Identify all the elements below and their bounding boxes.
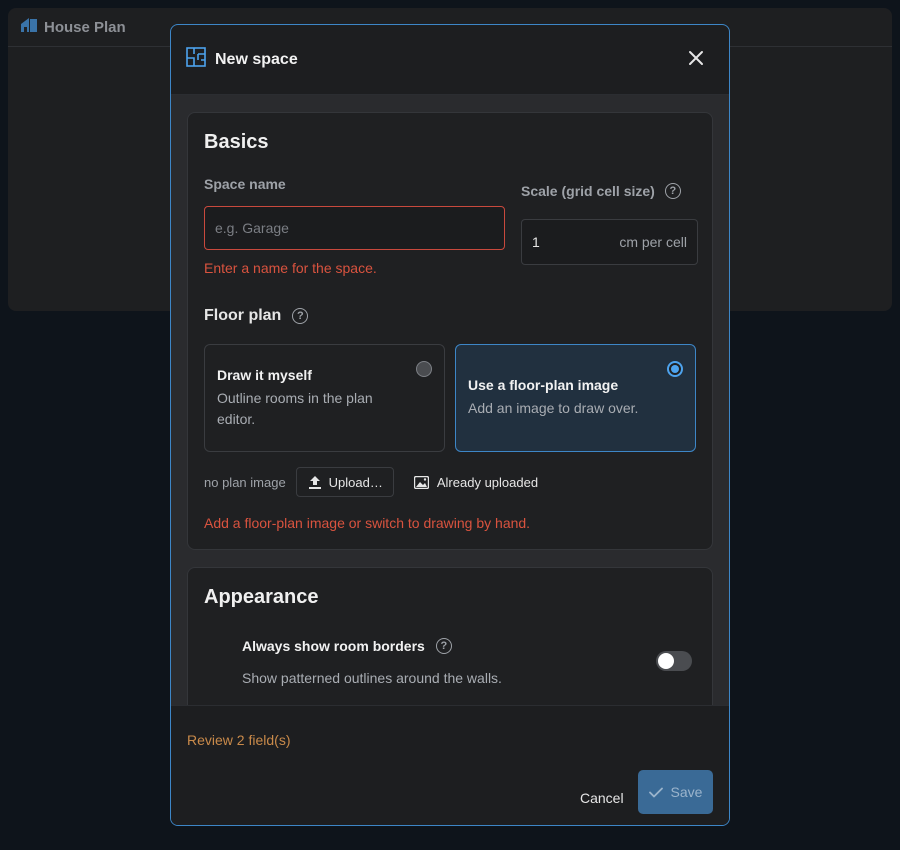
room-borders-title-row: Always show room borders ? (242, 638, 692, 654)
room-borders-desc: Show patterned outlines around the walls… (242, 670, 502, 686)
dialog-body[interactable]: Basics Space name Enter a name for the s… (171, 95, 729, 705)
close-button[interactable] (685, 49, 707, 71)
basics-section: Basics Space name Enter a name for the s… (187, 112, 713, 550)
no-plan-image-text: no plan image (204, 474, 286, 490)
house-icon (20, 17, 38, 38)
save-button[interactable]: Save (638, 770, 713, 814)
floor-plan-icon (186, 47, 206, 72)
dialog-footer: Review 2 field(s) Cancel Save (171, 705, 729, 825)
review-fields-link[interactable]: Review 2 field(s) (187, 732, 290, 748)
scale-value: 1 (532, 234, 540, 250)
scale-label: Scale (grid cell size) (521, 183, 655, 199)
image-icon (413, 475, 429, 489)
room-borders-setting: Always show room borders ? Show patterne… (242, 638, 692, 686)
plan-image-error: Add a floor-plan image or switch to draw… (204, 515, 531, 531)
save-label: Save (670, 784, 703, 800)
already-uploaded-button[interactable]: Already uploaded (404, 467, 548, 497)
space-name-error: Enter a name for the space. (204, 260, 377, 276)
already-uploaded-label: Already uploaded (436, 474, 539, 490)
upload-label: Upload… (328, 474, 383, 490)
new-space-dialog: New space Basics Space name Enter a name… (170, 24, 730, 826)
scale-unit: cm per cell (619, 234, 687, 250)
check-icon (648, 787, 663, 798)
basics-title: Basics (204, 131, 269, 153)
app-title: House Plan (44, 18, 126, 36)
floor-plan-label-row: Floor plan ? (204, 307, 309, 325)
plan-image-row: no plan image Upload… Already uploaded (204, 467, 548, 497)
scale-help-icon[interactable]: ? (664, 183, 681, 199)
room-borders-toggle[interactable] (656, 651, 692, 671)
option-draw-myself[interactable]: Draw it myself Outline rooms in the plan… (204, 344, 445, 452)
scale-label-row: Scale (grid cell size) ? (521, 183, 681, 199)
radio-use-image[interactable] (667, 361, 683, 377)
radio-draw-myself[interactable] (416, 361, 432, 377)
scale-input[interactable]: 1 cm per cell (521, 219, 698, 265)
dialog-header: New space (171, 25, 729, 95)
floor-plan-label: Floor plan (204, 307, 282, 324)
space-name-label: Space name (204, 176, 286, 192)
option-use-image[interactable]: Use a floor-plan image Add an image to d… (455, 344, 696, 452)
room-borders-label: Always show room borders (242, 638, 425, 654)
close-icon (688, 50, 704, 71)
room-borders-help-icon[interactable]: ? (435, 638, 452, 654)
cancel-button[interactable]: Cancel (568, 776, 636, 820)
dialog-title: New space (215, 50, 298, 68)
option-title: Draw it myself (217, 367, 312, 383)
appearance-title: Appearance (204, 586, 319, 608)
floor-plan-help-icon[interactable]: ? (292, 308, 309, 324)
space-name-input[interactable] (204, 206, 505, 250)
appearance-section: Appearance Always show room borders ? Sh… (187, 567, 713, 705)
option-desc: Outline rooms in the plan editor. (217, 390, 373, 427)
upload-icon (308, 475, 321, 489)
upload-button[interactable]: Upload… (295, 467, 394, 497)
option-desc: Add an image to draw over. (468, 400, 639, 416)
option-title: Use a floor-plan image (468, 377, 619, 393)
